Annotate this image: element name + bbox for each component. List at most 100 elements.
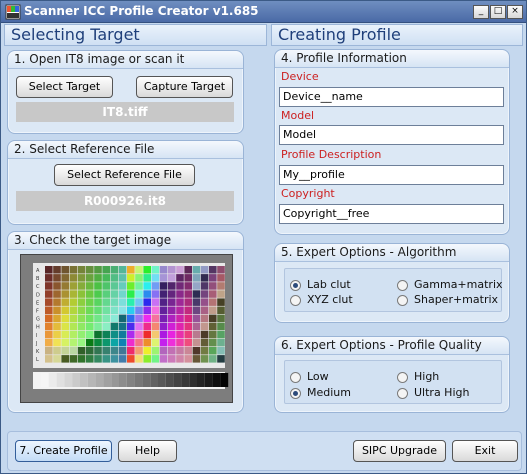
low-quality-label[interactable]: Low (307, 370, 329, 383)
color-patch (69, 330, 78, 339)
gray-patch (95, 373, 104, 387)
color-patch (209, 322, 217, 331)
help-button[interactable]: Help (118, 440, 177, 462)
ultra-high-quality-radio[interactable] (397, 388, 408, 399)
color-patch (94, 298, 102, 306)
color-patch (110, 274, 119, 282)
gray-patch (56, 373, 65, 387)
color-patch (168, 266, 176, 274)
color-patch (77, 298, 86, 306)
profile-description-field[interactable]: My__profile (279, 165, 504, 185)
sipc-upgrade-button[interactable]: SIPC Upgrade (353, 440, 446, 462)
color-patch (45, 306, 53, 314)
color-patch (168, 322, 176, 331)
color-patch (184, 322, 192, 331)
target-row-label: E (36, 300, 39, 306)
color-patch (102, 347, 110, 355)
color-patch (69, 347, 78, 355)
color-patch (209, 338, 217, 347)
color-patch (61, 298, 69, 306)
color-patch (192, 274, 201, 282)
color-patch (184, 314, 192, 323)
color-patch (192, 330, 201, 339)
color-patch (86, 282, 94, 290)
capture-target-button[interactable]: Capture Target (136, 76, 233, 98)
color-patch (184, 274, 192, 282)
color-patch (159, 355, 168, 363)
color-patch (176, 282, 184, 290)
color-patch (45, 330, 53, 339)
model-field[interactable]: Model (279, 125, 504, 145)
color-patch (118, 338, 127, 347)
color-patch (127, 290, 135, 298)
device-field[interactable]: Device__name (279, 87, 504, 107)
color-patch (45, 347, 53, 355)
color-patch (143, 330, 151, 339)
color-patch (192, 322, 201, 331)
color-patch (102, 338, 110, 347)
select-reference-file-button[interactable]: Select Reference File (54, 164, 195, 186)
color-patch (118, 290, 127, 298)
medium-quality-label[interactable]: Medium (307, 386, 351, 399)
lab-clut-radio[interactable] (290, 280, 301, 291)
color-patch (151, 338, 160, 347)
color-patch (143, 347, 151, 355)
color-patch (118, 355, 127, 363)
color-patch (94, 306, 102, 314)
gamma-matrix-radio[interactable] (397, 280, 408, 291)
close-button[interactable]: × (507, 5, 523, 19)
color-patch (151, 322, 160, 331)
color-patch (77, 347, 86, 355)
color-patch (118, 282, 127, 290)
title-bar[interactable]: Scanner ICC Profile Creator v1.685 _ □ × (1, 1, 526, 23)
color-patch (200, 266, 209, 274)
color-patch (184, 298, 192, 306)
gray-patch (204, 373, 213, 387)
gray-patch (158, 373, 166, 387)
shaper-matrix-radio[interactable] (397, 295, 408, 306)
color-patch (45, 355, 53, 363)
color-patch (143, 306, 151, 314)
color-patch (176, 338, 184, 347)
high-quality-label[interactable]: High (414, 370, 439, 383)
color-patch (159, 266, 168, 274)
color-patch (176, 290, 184, 298)
color-patch (151, 298, 160, 306)
color-patch (168, 355, 176, 363)
color-patch (69, 338, 78, 347)
color-patch (151, 290, 160, 298)
copyright-field[interactable]: Copyright__free (279, 204, 504, 224)
color-patch (94, 266, 102, 274)
shaper-matrix-label[interactable]: Shaper+matrix (414, 293, 498, 306)
color-patch (217, 338, 225, 347)
color-patch (53, 338, 61, 347)
gamma-matrix-label[interactable]: Gamma+matrix (414, 278, 503, 291)
color-patch (168, 338, 176, 347)
gray-patch (134, 373, 143, 387)
exit-button[interactable]: Exit (452, 440, 518, 462)
color-patch (61, 330, 69, 339)
medium-quality-radio[interactable] (290, 388, 301, 399)
window-title: Scanner ICC Profile Creator v1.685 (24, 4, 259, 18)
high-quality-radio[interactable] (397, 372, 408, 383)
minimize-button[interactable]: _ (473, 5, 489, 19)
ultra-high-quality-label[interactable]: Ultra High (414, 386, 469, 399)
quality-title: 6. Expert Options - Profile Quality (275, 337, 509, 355)
color-patch (86, 298, 94, 306)
color-patch (176, 322, 184, 331)
color-patch (102, 274, 110, 282)
xyz-clut-label[interactable]: XYZ clut (307, 293, 353, 306)
color-patch (176, 306, 184, 314)
target-row-label: C (36, 284, 40, 290)
maximize-button[interactable]: □ (490, 5, 506, 19)
color-patch (200, 322, 209, 331)
color-patch (77, 330, 86, 339)
create-profile-button[interactable]: 7. Create Profile (15, 440, 112, 462)
color-patch (102, 355, 110, 363)
select-target-button[interactable]: Select Target (16, 76, 113, 98)
xyz-clut-radio[interactable] (290, 295, 301, 306)
low-quality-radio[interactable] (290, 372, 301, 383)
color-patch (53, 330, 61, 339)
lab-clut-label[interactable]: Lab clut (307, 278, 351, 291)
color-patch (159, 314, 168, 323)
